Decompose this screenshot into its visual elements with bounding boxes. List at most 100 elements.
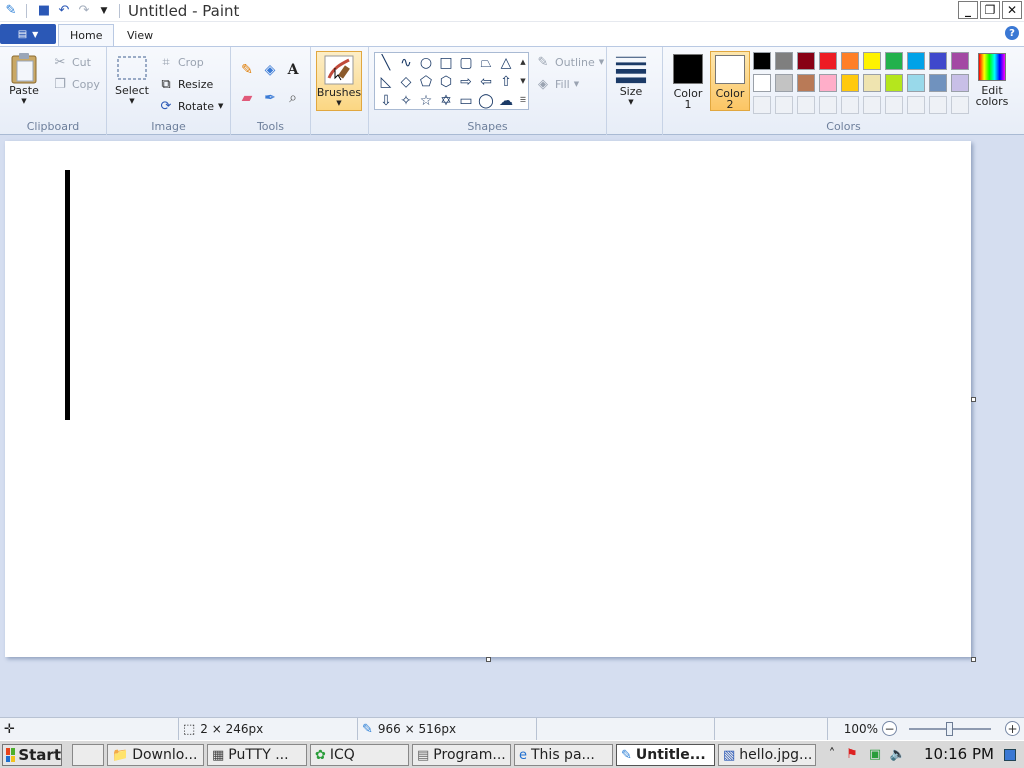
palette-color-swatch[interactable]	[775, 74, 793, 92]
color2-button[interactable]: Color 2	[710, 51, 750, 111]
zoom-out-button[interactable]: −	[882, 721, 897, 736]
close-button[interactable]: ✕	[1002, 1, 1022, 19]
edit-colors-button[interactable]: Edit colors	[974, 53, 1010, 107]
outline-button[interactable]: ✎ Outline ▼	[535, 54, 605, 70]
up-arrow-shape-icon[interactable]: ⇧	[496, 72, 516, 91]
taskbar-item[interactable]: ▤ Program...	[412, 744, 511, 766]
rounded-callout-shape-icon[interactable]: ▭	[456, 91, 476, 110]
resize-button[interactable]: ⧉ Resize	[158, 76, 213, 92]
work-area[interactable]	[0, 135, 1024, 717]
diamond-shape-icon[interactable]: ◇	[396, 72, 416, 91]
minimize-button[interactable]: _	[958, 1, 978, 19]
help-icon[interactable]: ?	[1005, 26, 1019, 40]
taskbar-item[interactable]	[72, 744, 104, 766]
tab-view[interactable]: View	[116, 24, 164, 46]
shapes-expand-icon[interactable]: ☰	[517, 90, 529, 109]
down-arrow-shape-icon[interactable]: ⇩	[376, 91, 396, 110]
hexagon-shape-icon[interactable]: ⬡	[436, 72, 456, 91]
triangle-shape-icon[interactable]: △	[496, 53, 516, 72]
color-picker-icon[interactable]: ✒	[259, 87, 281, 108]
cut-button[interactable]: ✂ Cut	[52, 54, 91, 70]
palette-color-swatch[interactable]	[797, 74, 815, 92]
eraser-icon[interactable]: ▰	[236, 87, 258, 108]
custom-color-slot[interactable]	[797, 96, 815, 114]
palette-color-swatch[interactable]	[819, 52, 837, 70]
paint-menu-button[interactable]: ▤ ▼	[0, 24, 56, 44]
four-point-star-shape-icon[interactable]: ✧	[396, 91, 416, 110]
brushes-button[interactable]: Brushes ▼	[316, 51, 362, 111]
drawing-canvas[interactable]	[5, 141, 971, 657]
palette-color-swatch[interactable]	[863, 74, 881, 92]
zoom-slider-thumb[interactable]	[946, 722, 953, 736]
custom-color-slot[interactable]	[951, 96, 969, 114]
palette-color-swatch[interactable]	[841, 52, 859, 70]
color1-button[interactable]: Color 1	[668, 51, 708, 111]
palette-color-swatch[interactable]	[907, 74, 925, 92]
custom-color-slot[interactable]	[929, 96, 947, 114]
custom-color-slot[interactable]	[863, 96, 881, 114]
palette-color-swatch[interactable]	[863, 52, 881, 70]
rounded-rectangle-shape-icon[interactable]: ▢	[456, 53, 476, 72]
action-center-flag-icon[interactable]: ⚑	[845, 747, 859, 762]
shapes-scroll-down-icon[interactable]: ▼	[517, 71, 529, 90]
pentagon-shape-icon[interactable]: ⬠	[416, 72, 436, 91]
custom-color-slot[interactable]	[907, 96, 925, 114]
custom-color-slot[interactable]	[841, 96, 859, 114]
polygon-shape-icon[interactable]: ⏢	[476, 53, 496, 72]
paint-app-icon[interactable]: ✎	[2, 3, 20, 19]
restore-button[interactable]: ❐	[980, 1, 1000, 19]
palette-color-swatch[interactable]	[929, 52, 947, 70]
zoom-in-button[interactable]: +	[1005, 721, 1020, 736]
fill-bucket-icon[interactable]: ◈	[259, 59, 281, 80]
taskbar-item[interactable]: ▦ PuTTY ...	[207, 744, 307, 766]
palette-color-swatch[interactable]	[841, 74, 859, 92]
taskbar-item[interactable]: 📁 Downlo...	[107, 744, 204, 766]
palette-color-swatch[interactable]	[797, 52, 815, 70]
text-tool-icon[interactable]: A	[282, 59, 304, 80]
palette-color-swatch[interactable]	[951, 52, 969, 70]
shapes-scroll-up-icon[interactable]: ▲	[517, 52, 529, 71]
palette-color-swatch[interactable]	[885, 52, 903, 70]
palette-color-swatch[interactable]	[819, 74, 837, 92]
canvas-resize-handle-bottom[interactable]	[486, 657, 491, 662]
copy-button[interactable]: ❐ Copy	[52, 76, 100, 92]
cloud-callout-shape-icon[interactable]: ☁	[496, 91, 516, 110]
palette-color-swatch[interactable]	[929, 74, 947, 92]
paste-button[interactable]: Paste ▼	[8, 52, 40, 105]
canvas-resize-handle-corner[interactable]	[971, 657, 976, 662]
five-point-star-shape-icon[interactable]: ☆	[416, 91, 436, 110]
palette-color-swatch[interactable]	[907, 52, 925, 70]
rectangle-shape-icon[interactable]: □	[436, 53, 456, 72]
show-desktop-icon[interactable]	[1004, 749, 1016, 761]
palette-color-swatch[interactable]	[775, 52, 793, 70]
clock[interactable]: 10:16 PM	[924, 745, 994, 763]
curve-shape-icon[interactable]: ∿	[396, 53, 416, 72]
taskbar-item[interactable]: e This pa...	[514, 744, 613, 766]
select-button[interactable]: Select ▼	[115, 52, 149, 105]
fill-button[interactable]: ◈ Fill ▼	[535, 76, 579, 92]
pencil-icon[interactable]: ✎	[236, 59, 258, 80]
network-icon[interactable]: ▣	[868, 747, 882, 762]
custom-color-slot[interactable]	[885, 96, 903, 114]
right-arrow-shape-icon[interactable]: ⇨	[456, 72, 476, 91]
oval-callout-shape-icon[interactable]: ◯	[476, 91, 496, 110]
taskbar-item[interactable]: ▧ hello.jpg...	[718, 744, 816, 766]
crop-button[interactable]: ⌗ Crop	[158, 54, 203, 70]
taskbar-item[interactable]: ✎ Untitle...	[616, 744, 715, 766]
show-hidden-icons-icon[interactable]: ˄	[825, 747, 839, 762]
custom-color-slot[interactable]	[753, 96, 771, 114]
palette-color-swatch[interactable]	[753, 52, 771, 70]
palette-color-swatch[interactable]	[951, 74, 969, 92]
palette-color-swatch[interactable]	[885, 74, 903, 92]
redo-icon[interactable]: ↷	[75, 3, 93, 19]
oval-shape-icon[interactable]: ○	[416, 53, 436, 72]
right-triangle-shape-icon[interactable]: ◺	[376, 72, 396, 91]
magnifier-icon[interactable]: ⌕	[282, 87, 304, 108]
six-point-star-shape-icon[interactable]: ✡	[436, 91, 456, 110]
left-arrow-shape-icon[interactable]: ⇦	[476, 72, 496, 91]
save-icon[interactable]: ■	[35, 3, 53, 19]
canvas-resize-handle-right[interactable]	[971, 397, 976, 402]
volume-icon[interactable]: 🔈	[890, 747, 906, 762]
size-button[interactable]: Size ▼	[615, 53, 647, 106]
line-shape-icon[interactable]: ╲	[376, 53, 396, 72]
